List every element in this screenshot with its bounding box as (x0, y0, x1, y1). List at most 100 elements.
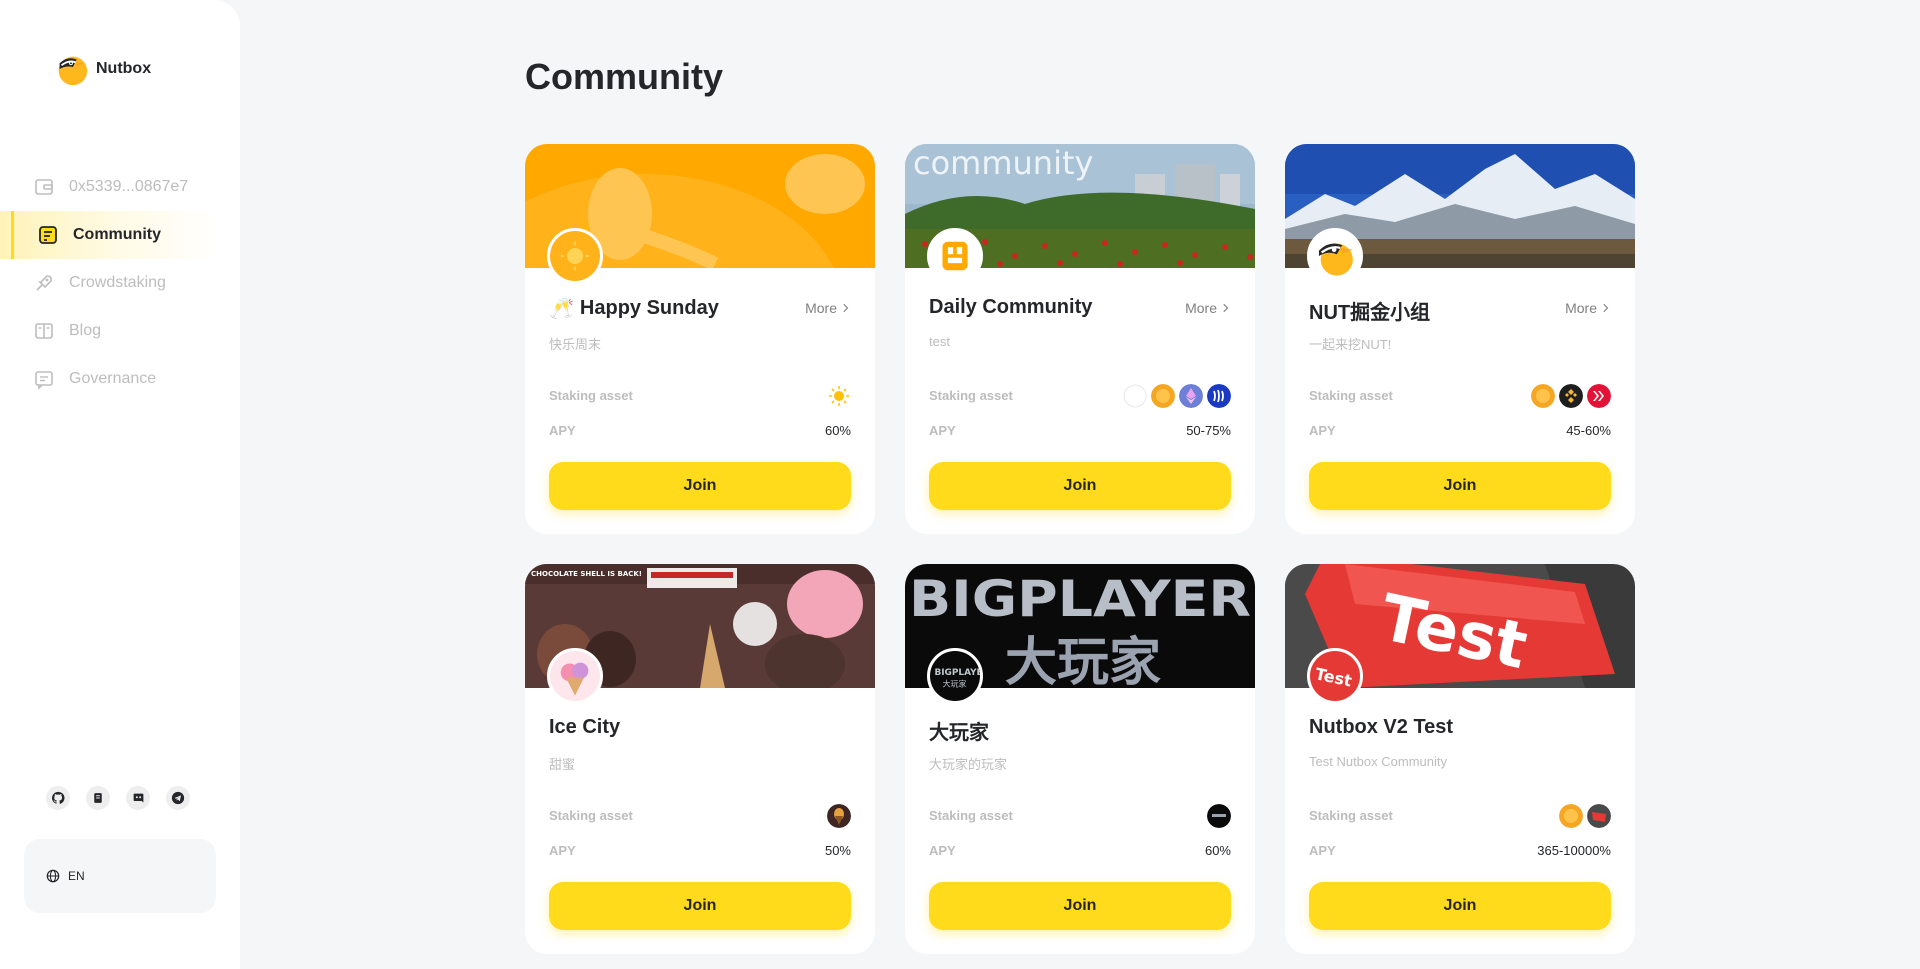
cheers-emoji-icon: 🥂 (549, 298, 574, 320)
language-label: EN (68, 869, 85, 883)
join-button[interactable]: Join (1309, 462, 1611, 510)
svg-text:CHOCOLATE SHELL IS BACK!: CHOCOLATE SHELL IS BACK! (531, 570, 642, 578)
social-links (46, 786, 190, 810)
apy-label: APY (549, 423, 576, 438)
sidebar: Nutbox 0x5339...0867e7 Community Crowdst… (0, 0, 240, 969)
community-title: Daily Community (929, 296, 1092, 319)
community-name: Ice City (549, 716, 621, 738)
community-name: NUT掘金小组 (1309, 302, 1431, 324)
more-link[interactable]: More (1185, 300, 1229, 316)
bigplayer-token-icon (1207, 804, 1231, 828)
apy-value: 365-10000% (1537, 843, 1611, 858)
github-icon (51, 791, 65, 804)
join-button[interactable]: Join (929, 882, 1231, 930)
sidebar-nav: 0x5339...0867e7 Community Crowdstaking B… (0, 163, 240, 403)
join-button[interactable]: Join (929, 462, 1231, 510)
blank-token-icon (1123, 384, 1147, 408)
language-selector[interactable]: EN (24, 839, 216, 913)
telegram-link[interactable] (166, 786, 190, 810)
community-card: 🥂 Happy Sunday More 快乐周末 Staking asset A… (525, 144, 875, 534)
staking-asset-label: Staking asset (549, 808, 633, 823)
sidebar-item-wallet[interactable]: 0x5339...0867e7 (0, 163, 240, 211)
hive-token-icon (1587, 384, 1611, 408)
github-link[interactable] (46, 786, 70, 810)
community-title: 大玩家 (929, 716, 989, 745)
staking-assets (1123, 384, 1231, 408)
staking-assets (1559, 804, 1611, 828)
staking-asset-label: Staking asset (549, 388, 633, 403)
page-title: Community (525, 56, 723, 97)
chevron-right-icon (843, 303, 849, 313)
sidebar-item-governance[interactable]: Governance (0, 355, 240, 403)
nut-token-icon (1151, 384, 1175, 408)
join-button[interactable]: Join (1309, 882, 1611, 930)
sidebar-item-label: Governance (69, 370, 157, 387)
community-avatar (1307, 228, 1363, 284)
community-card: CHOCOLATE SHELL IS BACK! Ice City 甜蜜 Sta… (525, 564, 875, 954)
crowdstaking-icon (33, 272, 55, 294)
docs-link[interactable] (86, 786, 110, 810)
staking-asset-label: Staking asset (1309, 808, 1393, 823)
community-avatar: BIGPLAYER大玩家 (927, 648, 983, 704)
globe-icon (46, 869, 60, 883)
more-label: More (1565, 300, 1597, 316)
svg-text:大玩家: 大玩家 (1005, 633, 1161, 688)
staking-assets (1531, 384, 1611, 408)
join-button[interactable]: Join (549, 462, 851, 510)
community-card: community Daily Community More test Stak… (905, 144, 1255, 534)
eth-token-icon (1179, 384, 1203, 408)
community-name: Daily Community (929, 296, 1093, 318)
apy-value: 50-75% (1186, 423, 1231, 438)
bnb-token-icon (1559, 384, 1583, 408)
docs-icon (94, 793, 102, 803)
staking-assets (827, 384, 851, 408)
sidebar-item-label: 0x5339...0867e7 (69, 178, 189, 195)
nutbox-logo[interactable]: Nutbox (52, 50, 151, 88)
blog-icon (33, 320, 55, 342)
chevron-right-icon (1223, 303, 1229, 313)
community-description: test (929, 334, 950, 349)
sidebar-item-blog[interactable]: Blog (0, 307, 240, 355)
sidebar-item-community[interactable]: Community (0, 211, 218, 259)
svg-text:BIGPLAYER: BIGPLAYER (909, 570, 1251, 628)
community-title: Ice City (549, 716, 620, 739)
community-card: BIGPLAYER 大玩家 BIGPLAYER大玩家 大玩家 大玩家的玩家 St… (905, 564, 1255, 954)
sidebar-item-label: Crowdstaking (69, 274, 166, 291)
discord-link[interactable] (126, 786, 150, 810)
community-avatar (547, 648, 603, 704)
svg-text:community: community (913, 144, 1093, 182)
sidebar-item-label: Blog (69, 322, 102, 339)
more-link[interactable]: More (1565, 300, 1609, 316)
apy-label: APY (1309, 423, 1336, 438)
community-avatar (547, 228, 603, 284)
sidebar-item-crowdstaking[interactable]: Crowdstaking (0, 259, 240, 307)
telegram-icon (171, 791, 185, 805)
staking-asset-label: Staking asset (1309, 388, 1393, 403)
apy-label: APY (929, 843, 956, 858)
nutbox-logo-icon (58, 56, 88, 86)
community-description: 大玩家的玩家 (929, 757, 1008, 772)
community-description: 快乐周末 (549, 337, 602, 352)
sun-token-icon (827, 384, 851, 408)
staking-asset-label: Staking asset (929, 808, 1013, 823)
governance-icon (33, 368, 55, 390)
community-card: NUT掘金小组 More 一起来挖NUT! Staking asset APY … (1285, 144, 1635, 534)
staking-assets (1207, 804, 1231, 828)
apy-label: APY (549, 843, 576, 858)
apy-value: 50% (824, 843, 851, 858)
community-title: NUT掘金小组 (1309, 296, 1430, 325)
join-button[interactable]: Join (549, 882, 851, 930)
more-label: More (1185, 300, 1217, 316)
apy-value: 60% (1204, 843, 1231, 858)
svg-text:大玩家: 大玩家 (943, 679, 967, 689)
apy-label: APY (929, 423, 956, 438)
community-avatar (927, 228, 983, 284)
ice-city-token-icon (827, 804, 851, 828)
more-label: More (805, 300, 837, 316)
community-title: Nutbox V2 Test (1309, 716, 1453, 739)
brand-name: Nutbox (96, 60, 152, 77)
chevron-right-icon (1603, 303, 1609, 313)
more-link[interactable]: More (805, 300, 849, 316)
svg-text:BIGPLAYER: BIGPLAYER (934, 668, 980, 678)
apy-label: APY (1309, 843, 1336, 858)
